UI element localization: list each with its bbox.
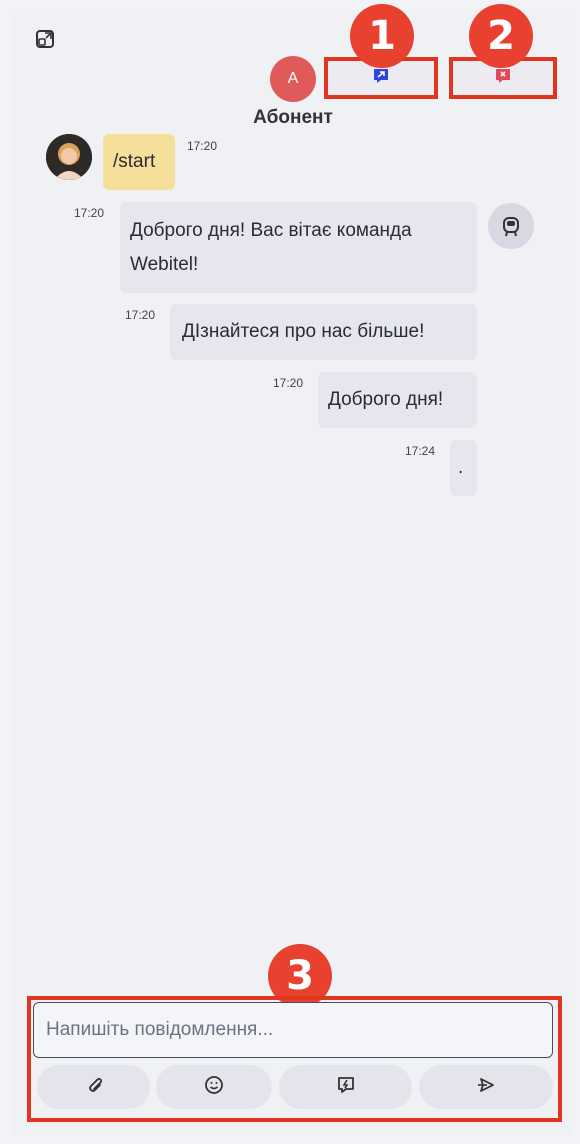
message-time: 17:20 xyxy=(273,376,304,390)
quick-reply-icon xyxy=(336,1075,356,1100)
send-icon xyxy=(476,1075,496,1100)
quick-reply-button[interactable] xyxy=(279,1065,412,1109)
attach-icon xyxy=(84,1075,104,1100)
message-bot-bubble: Доброго дня! Вас вітає команда Webitel! xyxy=(120,202,477,293)
contact-avatar: A xyxy=(270,56,316,102)
transfer-chat-icon xyxy=(371,66,391,91)
bot-avatar-icon xyxy=(488,203,534,249)
message-time: 17:20 xyxy=(74,206,105,220)
send-button[interactable] xyxy=(419,1065,553,1109)
message-input[interactable] xyxy=(33,1002,553,1058)
emoji-icon xyxy=(204,1075,224,1100)
expand-icon[interactable] xyxy=(34,28,56,50)
message-bot-bubble: . xyxy=(450,440,477,496)
message-time: 17:20 xyxy=(125,308,156,322)
contact-name: Абонент xyxy=(253,107,333,128)
attach-button[interactable] xyxy=(37,1065,150,1109)
message-bot-bubble: Доброго дня! xyxy=(318,372,477,428)
close-chat-icon xyxy=(493,66,513,91)
message-client-bubble: /start xyxy=(103,134,175,190)
message-time: 17:20 xyxy=(187,139,218,153)
message-time: 17:24 xyxy=(405,444,436,458)
annotation-marker-1: 1 xyxy=(350,4,414,68)
message-bot-bubble: ДІзнайтеся про нас більше! xyxy=(170,304,477,360)
client-avatar xyxy=(46,134,92,180)
annotation-marker-2: 2 xyxy=(469,4,533,68)
emoji-button[interactable] xyxy=(156,1065,272,1109)
